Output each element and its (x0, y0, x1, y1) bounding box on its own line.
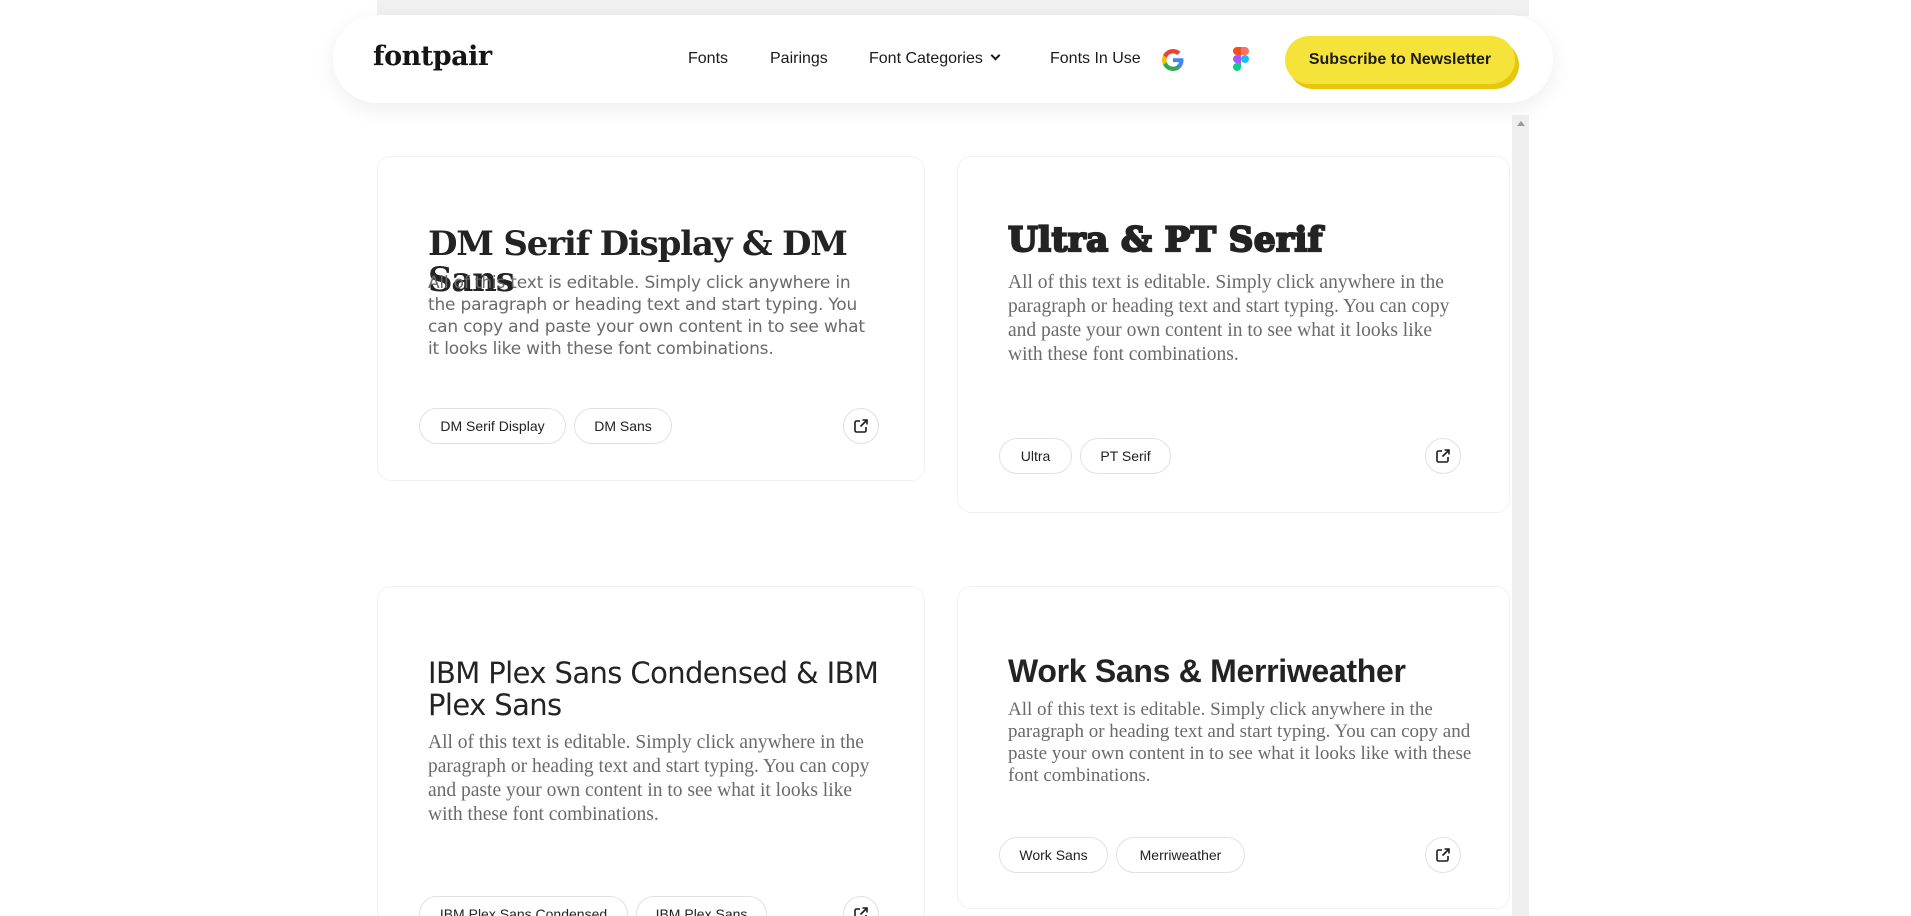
pairing-card[interactable]: Ultra & PT Serif All of this text is edi… (957, 156, 1510, 513)
pairing-card[interactable]: Work Sans & Merriweather All of this tex… (957, 586, 1510, 909)
external-link-icon (854, 419, 868, 433)
font-tag[interactable]: DM Sans (574, 408, 672, 444)
figma-icon[interactable] (1233, 47, 1249, 71)
external-link-button[interactable] (1425, 837, 1461, 873)
google-icon[interactable] (1161, 48, 1185, 72)
pairing-title[interactable]: Work Sans & Merriweather (1008, 654, 1406, 689)
font-tag[interactable]: Work Sans (999, 837, 1108, 873)
pairing-body[interactable]: All of this text is editable. Simply cli… (428, 731, 878, 827)
scroll-up-arrow-icon[interactable] (1512, 119, 1529, 129)
pairing-title[interactable]: Ultra & PT Serif (1007, 221, 1324, 259)
subscribe-newsletter-button[interactable]: Subscribe to Newsletter (1285, 36, 1515, 84)
nav-fonts-in-use[interactable]: Fonts In Use (1050, 50, 1141, 68)
pairing-card[interactable]: IBM Plex Sans Condensed & IBM Plex Sans … (377, 586, 925, 916)
pairing-body[interactable]: All of this text is editable. Simply cli… (428, 272, 878, 360)
nav-font-categories-label: Font Categories (869, 50, 983, 67)
logo[interactable]: fontpair (373, 41, 492, 72)
pairing-body[interactable]: All of this text is editable. Simply cli… (1008, 699, 1478, 787)
nav-fonts[interactable]: Fonts (688, 50, 728, 68)
font-tag[interactable]: Merriweather (1116, 837, 1245, 873)
site-header: fontpair Fonts Pairings Font Categories … (333, 15, 1553, 103)
chevron-down-icon (990, 50, 1001, 61)
pairing-title[interactable]: IBM Plex Sans Condensed & IBM Plex Sans (428, 657, 888, 721)
external-link-button[interactable] (1425, 438, 1461, 474)
nav-pairings[interactable]: Pairings (770, 50, 828, 68)
font-tag[interactable]: IBM Plex Sans Condensed (419, 896, 628, 916)
external-link-button[interactable] (843, 408, 879, 444)
page-top-strip (377, 0, 1529, 16)
font-tag[interactable]: PT Serif (1080, 438, 1171, 474)
external-link-icon (1436, 449, 1450, 463)
scrollbar[interactable] (1512, 115, 1529, 916)
pairing-card[interactable]: DM Serif Display & DM Sans All of this t… (377, 156, 925, 481)
external-link-icon (1436, 848, 1450, 862)
pairing-body[interactable]: All of this text is editable. Simply cli… (1008, 271, 1458, 367)
font-tag[interactable]: Ultra (999, 438, 1072, 474)
external-link-icon (854, 907, 868, 916)
nav-font-categories[interactable]: Font Categories (869, 50, 1001, 68)
external-link-button[interactable] (843, 896, 879, 916)
font-tag[interactable]: IBM Plex Sans (636, 896, 767, 916)
font-tag[interactable]: DM Serif Display (419, 408, 566, 444)
